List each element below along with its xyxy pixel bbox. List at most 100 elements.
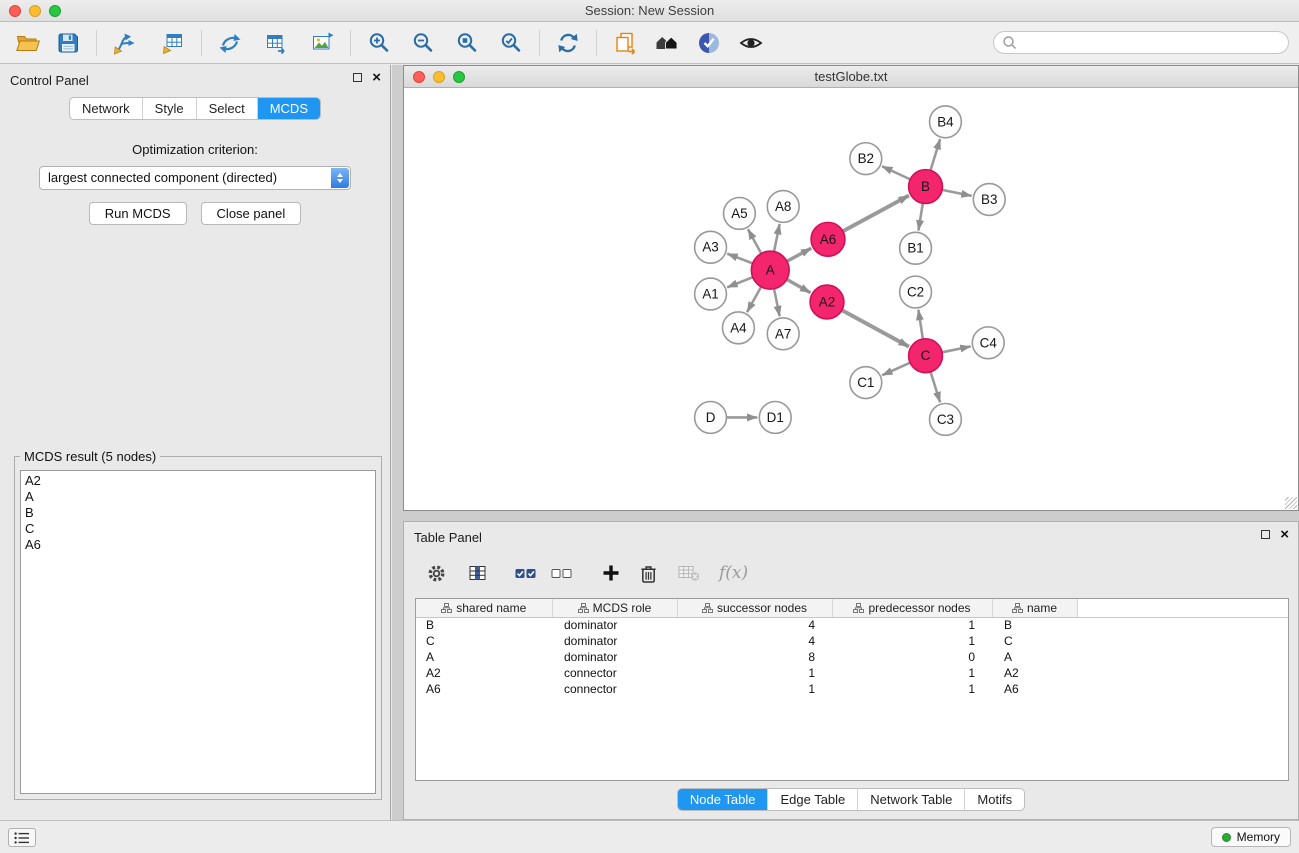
deselect-all-button[interactable] [550,565,573,581]
tab-select[interactable]: Select [197,98,258,119]
list-item[interactable]: B [25,505,375,521]
node-A3[interactable]: A3 [695,231,727,263]
column-header-shared-name[interactable]: shared name [416,599,552,617]
memory-button[interactable]: Memory [1211,827,1291,847]
tab-edge-table[interactable]: Edge Table [768,789,858,810]
edge-A-A4[interactable] [747,287,761,312]
refresh-view-button[interactable] [552,27,584,59]
tab-node-table[interactable]: Node Table [678,789,769,810]
table-settings-button[interactable] [426,563,447,584]
node-C[interactable]: C [909,339,943,373]
export-table-button[interactable] [260,27,292,59]
show-hide-button[interactable] [735,27,767,59]
zoom-window-button[interactable] [49,5,61,17]
search-box[interactable] [993,31,1289,54]
tab-network-table[interactable]: Network Table [858,789,965,810]
network-window-titlebar[interactable]: testGlobe.txt [404,66,1298,88]
list-item[interactable]: C [25,521,375,537]
delete-table-button[interactable] [677,564,700,582]
column-header-MCDS-role[interactable]: MCDS role [552,599,677,617]
zoom-out-button[interactable] [407,27,439,59]
search-input[interactable] [1022,36,1280,50]
list-item[interactable]: A2 [25,473,375,489]
node-C2[interactable]: C2 [900,276,932,308]
column-header-name[interactable]: name [992,599,1077,617]
node-A7[interactable]: A7 [767,318,799,350]
edge-B-B1[interactable] [918,203,922,230]
node-A8[interactable]: A8 [767,191,799,223]
edge-A-A7[interactable] [774,289,780,317]
close-panel-button[interactable]: Close panel [201,202,302,225]
edge-C-C3[interactable] [931,372,941,402]
tab-style[interactable]: Style [143,98,197,119]
node-A4[interactable]: A4 [722,312,754,344]
open-session-button[interactable] [12,27,44,59]
node-B4[interactable]: B4 [930,106,962,138]
minimize-window-button[interactable] [29,5,41,17]
edge-B-B4[interactable] [930,139,940,170]
open-in-browser-button[interactable] [609,27,641,59]
window-resize-grip[interactable] [1285,497,1297,509]
select-all-button[interactable] [514,565,537,581]
edge-A-A3[interactable] [727,254,752,264]
edge-C-C2[interactable] [918,310,923,339]
import-table-button[interactable] [157,27,189,59]
node-C1[interactable]: C1 [850,367,882,399]
node-C4[interactable]: C4 [972,327,1004,359]
node-B2[interactable]: B2 [850,143,882,175]
zoom-selected-button[interactable] [495,27,527,59]
zoom-network-button[interactable] [453,71,465,83]
node-A5[interactable]: A5 [723,197,755,229]
mcds-result-list[interactable]: A2ABCA6 [20,470,376,794]
export-image-button[interactable] [306,27,338,59]
save-session-button[interactable] [52,27,84,59]
edge-C-C4[interactable] [942,346,971,352]
table-row[interactable]: A6connector11A6 [416,681,1288,697]
edge-A-A5[interactable] [748,229,761,253]
close-table-panel-icon[interactable]: × [1280,530,1289,539]
edge-B-B3[interactable] [942,190,972,196]
zoom-in-button[interactable] [363,27,395,59]
node-B[interactable]: B [909,170,943,204]
close-panel-icon[interactable]: × [372,73,381,82]
network-canvas[interactable]: B4B2BB3A5A8A6A3B1AC2A1A2A4A7C4CC1C3DD1 [404,89,1298,510]
validate-style-button[interactable] [693,27,725,59]
task-history-button[interactable] [8,828,36,847]
criterion-dropdown[interactable]: largest connected component (directed) [39,166,351,190]
delete-column-button[interactable] [639,563,658,584]
create-column-button[interactable] [602,564,620,582]
float-table-panel-icon[interactable] [1261,530,1270,539]
zoom-fit-button[interactable] [451,27,483,59]
close-network-button[interactable] [413,71,425,83]
node-table-container[interactable]: shared nameMCDS rolesuccessor nodesprede… [415,598,1289,781]
tab-motifs[interactable]: Motifs [965,789,1024,810]
import-network-button[interactable] [109,27,141,59]
minimize-network-button[interactable] [433,71,445,83]
edge-A-A1[interactable] [727,277,753,287]
edge-C-C1[interactable] [882,363,910,376]
function-builder-button[interactable]: f(x) [719,563,748,583]
node-D1[interactable]: D1 [759,402,791,434]
node-B1[interactable]: B1 [900,232,932,264]
run-mcds-button[interactable]: Run MCDS [89,202,187,225]
node-A6[interactable]: A6 [811,222,845,256]
edge-A-A6[interactable] [787,248,811,261]
edge-A2-C[interactable] [842,310,909,347]
show-columns-button[interactable] [466,563,489,583]
table-row[interactable]: Cdominator41C [416,633,1288,649]
edge-A-A2[interactable] [787,279,811,292]
edge-A6-B[interactable] [843,196,909,232]
home-button[interactable] [651,27,683,59]
column-header-predecessor-nodes[interactable]: predecessor nodes [832,599,992,617]
node-C3[interactable]: C3 [930,404,962,436]
node-A1[interactable]: A1 [695,278,727,310]
edge-A-A8[interactable] [774,224,780,252]
tab-network[interactable]: Network [70,98,143,119]
table-row[interactable]: A2connector11A2 [416,665,1288,681]
node-A2[interactable]: A2 [810,285,844,319]
list-item[interactable]: A6 [25,537,375,553]
table-row[interactable]: Adominator80A [416,649,1288,665]
float-panel-icon[interactable] [353,73,362,82]
close-window-button[interactable] [9,5,21,17]
column-header-successor-nodes[interactable]: successor nodes [677,599,832,617]
